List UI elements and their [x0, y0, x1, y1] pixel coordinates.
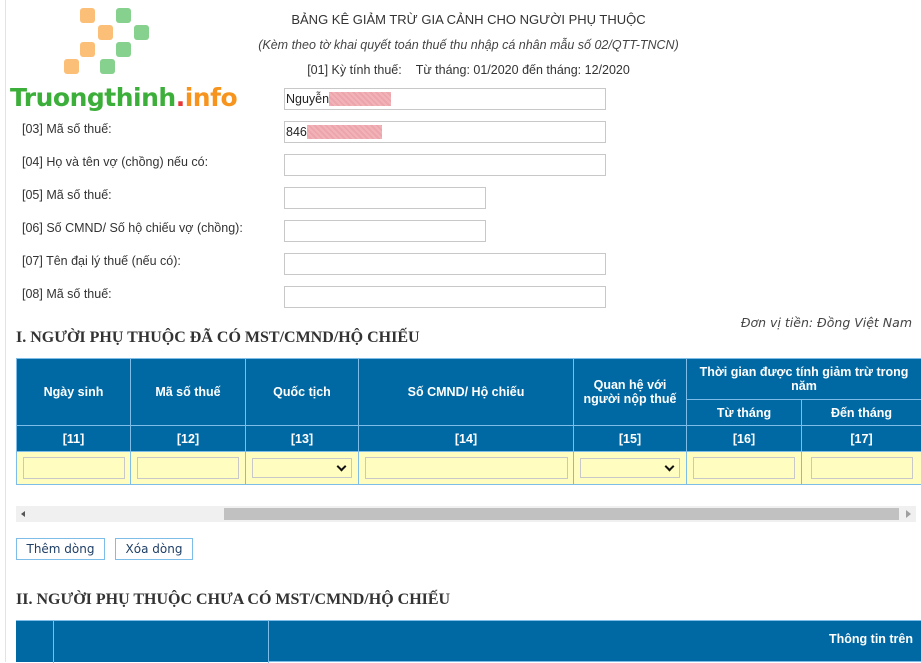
id-passport-input[interactable]: [365, 457, 568, 479]
cell-to-month: [802, 452, 921, 485]
section2-title: II. NGƯỜI PHỤ THUỘC CHƯA CÓ MST/CMND/HỘ …: [16, 591, 450, 609]
spouse-name-label: [04] Họ và tên vợ (chồng) nếu có:: [22, 155, 208, 169]
scroll-right-arrow-icon[interactable]: [906, 510, 911, 518]
col-header-nationality: Quốc tịch: [246, 359, 359, 426]
col-code: [15]: [574, 426, 687, 452]
col-header-dob: Ngày sinh: [17, 359, 131, 426]
page-title: BẢNG KÊ GIẢM TRỪ GIA CẢNH CHO NGƯỜI PHỤ …: [0, 12, 921, 27]
to-month-input[interactable]: [811, 457, 913, 479]
table-divider: [53, 621, 54, 663]
logo-brand: Truongthinh: [10, 83, 176, 112]
relationship-select[interactable]: [580, 458, 680, 478]
col-header-from-month: Từ tháng: [687, 400, 802, 426]
col-code: [12]: [131, 426, 246, 452]
table-divider: [268, 621, 269, 663]
section1-title: I. NGƯỜI PHỤ THUỘC ĐÃ CÓ MST/CMND/HỘ CHI…: [16, 329, 420, 347]
left-border: [5, 0, 6, 662]
table-row: [17, 452, 921, 485]
tax-agent-name-input[interactable]: [284, 253, 606, 275]
redaction-mask: [307, 125, 382, 139]
taxpayer-tax-code-input[interactable]: 846: [284, 121, 606, 143]
dob-input[interactable]: [23, 457, 125, 479]
redaction-mask: [329, 92, 391, 106]
cell-relationship: [574, 452, 687, 485]
scrollbar-thumb[interactable]: [224, 508, 899, 520]
col-code: [16]: [687, 426, 802, 452]
spouse-tax-code-input[interactable]: [284, 187, 486, 209]
tax-period-value: Từ tháng: 01/2020 đến tháng: 12/2020: [416, 63, 630, 77]
chevron-down-icon: [337, 461, 347, 471]
chevron-down-icon: [665, 461, 675, 471]
logo-text: Truongthinh.info: [10, 83, 237, 112]
col-code: [17]: [802, 426, 921, 452]
currency-unit: Đơn vị tiền: Đồng Việt Nam: [741, 315, 912, 330]
tax-period: [01] Kỳ tính thuế: Từ tháng: 01/2020 đến …: [0, 63, 921, 77]
add-row-button[interactable]: Thêm dòng: [16, 538, 105, 560]
dependent-tax-code-input[interactable]: [137, 457, 239, 479]
nationality-select[interactable]: [252, 458, 352, 478]
col-header-info: Thông tin trên: [829, 632, 913, 646]
col-header-relationship: Quan hệ với người nộp thuế: [574, 359, 687, 426]
tax-agent-tax-code-label: [08] Mã số thuế:: [22, 287, 112, 301]
logo-dot: .: [176, 83, 185, 112]
col-header-deduction-period: Thời gian được tính giảm trừ trong năm: [687, 359, 921, 400]
tax-agent-name-label: [07] Tên đại lý thuế (nếu có):: [22, 254, 181, 268]
tax-agent-tax-code-input[interactable]: [284, 286, 606, 308]
cell-from-month: [687, 452, 802, 485]
spouse-id-input[interactable]: [284, 220, 486, 242]
logo-tld: info: [185, 83, 237, 112]
page-subtitle: (Kèm theo tờ khai quyết toán thuế thu nh…: [0, 38, 921, 52]
spouse-id-label: [06] Số CMND/ Số hộ chiếu vợ (chồng):: [22, 221, 243, 235]
cell-tax-code: [131, 452, 246, 485]
taxpayer-tax-code-value: 846: [286, 125, 307, 139]
spouse-tax-code-label: [05] Mã số thuế:: [22, 188, 112, 202]
taxpayer-name-value: Nguyễn: [286, 92, 329, 106]
dependents-no-id-table: Thông tin trên: [16, 620, 921, 662]
dependents-table: Ngày sinh Mã số thuế Quốc tịch Số CMND/ …: [16, 358, 921, 485]
col-code: [11]: [17, 426, 131, 452]
col-header-id-passport: Số CMND/ Hộ chiếu: [359, 359, 574, 426]
spouse-name-input[interactable]: [284, 154, 606, 176]
scroll-left-arrow-icon[interactable]: [21, 511, 25, 517]
horizontal-scrollbar[interactable]: [16, 506, 916, 522]
taxpayer-name-input[interactable]: Nguyễn: [284, 88, 606, 110]
tax-period-label: [01] Kỳ tính thuế:: [307, 63, 402, 77]
col-code: [14]: [359, 426, 574, 452]
taxpayer-tax-code-label: [03] Mã số thuế:: [22, 122, 112, 136]
col-code: [13]: [246, 426, 359, 452]
col-header-tax-code: Mã số thuế: [131, 359, 246, 426]
from-month-input[interactable]: [693, 457, 795, 479]
cell-nationality: [246, 452, 359, 485]
cell-id-passport: [359, 452, 574, 485]
cell-dob: [17, 452, 131, 485]
col-header-to-month: Đến tháng: [802, 400, 921, 426]
delete-row-button[interactable]: Xóa dòng: [115, 538, 193, 560]
